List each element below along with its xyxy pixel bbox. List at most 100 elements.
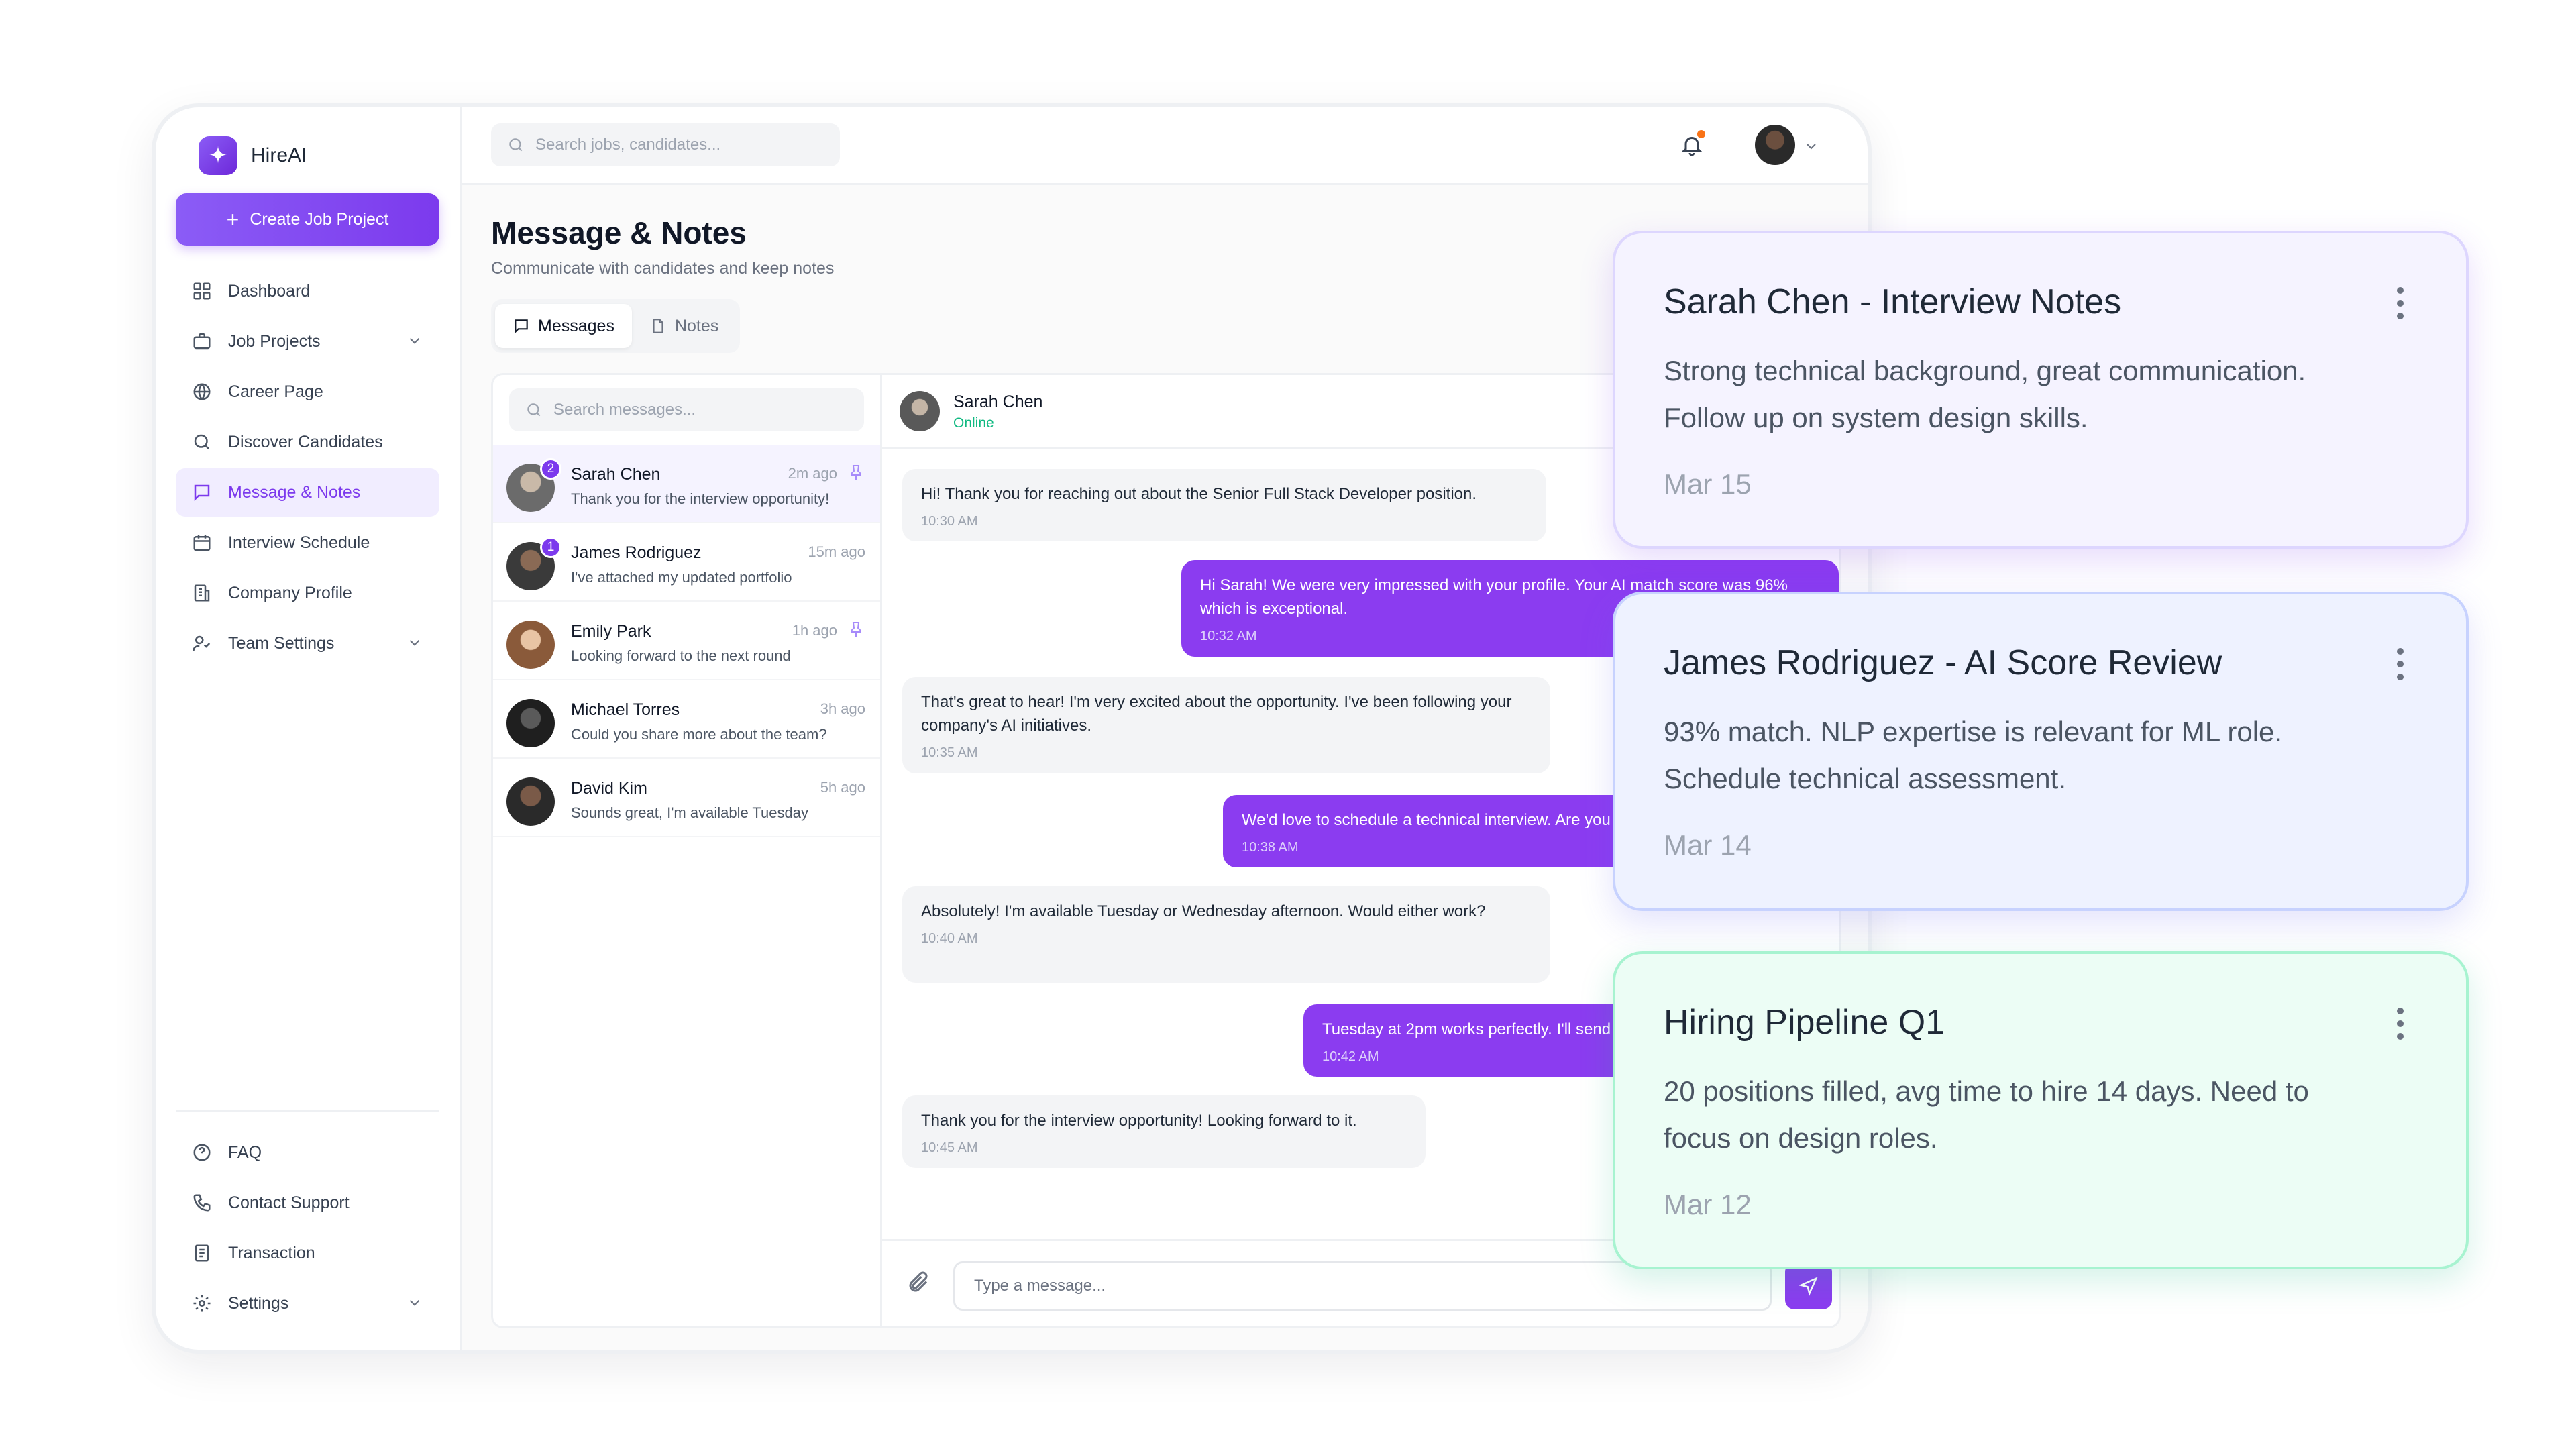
note-date: Mar 14	[1664, 829, 1752, 861]
send-button[interactable]	[1785, 1263, 1832, 1309]
send-icon	[1799, 1277, 1818, 1296]
note-card[interactable]: Sarah Chen - Interview Notes Strong tech…	[1613, 231, 2469, 549]
global-search-input[interactable]: Search jobs, candidates...	[491, 123, 840, 166]
tab-messages[interactable]: Messages	[495, 304, 632, 348]
sidebar-item-label: Discover Candidates	[228, 432, 383, 451]
conversation-time: 15m ago	[808, 543, 865, 560]
conversation-time: 5h ago	[820, 779, 865, 796]
unread-badge: 2	[540, 458, 561, 480]
page-title: Message & Notes	[491, 215, 747, 250]
gear-icon	[191, 1292, 213, 1315]
brand-name: HireAI	[251, 144, 307, 166]
conversation-item[interactable]: Emily Park 1h ago Looking forward to the…	[493, 602, 880, 680]
sidebar-item-career-page[interactable]: Career Page	[176, 368, 439, 416]
sidebar-item-discover-candidates[interactable]: Discover Candidates	[176, 418, 439, 466]
brand[interactable]: ✦ HireAI	[176, 134, 439, 177]
tab-label: Notes	[674, 316, 719, 335]
conversation-item[interactable]: David Kim 5h ago Sounds great, I'm avail…	[493, 759, 880, 837]
sidebar-nav: Dashboard Job Projects Career Page Disco…	[176, 267, 439, 667]
conversation-preview: Looking forward to the next round	[571, 647, 791, 664]
chevron-down-icon[interactable]	[406, 332, 423, 350]
message-search-input[interactable]: Search messages...	[509, 388, 864, 431]
file-icon	[653, 319, 663, 333]
note-title: Sarah Chen - Interview Notes	[1664, 282, 2122, 321]
conversation-item[interactable]: 1 James Rodriguez 15m ago I've attached …	[493, 523, 880, 602]
conversation-item[interactable]: Michael Torres 3h ago Could you share mo…	[493, 680, 880, 759]
plus-icon: +	[226, 207, 239, 231]
message-time: 10:45 AM	[921, 1140, 978, 1155]
sidebar-item-interview-schedule[interactable]: Interview Schedule	[176, 519, 439, 567]
note-title: James Rodriguez - AI Score Review	[1664, 643, 2222, 682]
chevron-down-icon[interactable]	[406, 634, 423, 651]
sidebar-item-label: Career Page	[228, 382, 323, 401]
sidebar-item-message-notes[interactable]: Message & Notes	[176, 468, 439, 517]
sidebar-item-label: Message & Notes	[228, 482, 361, 502]
receipt-icon	[191, 1242, 213, 1265]
create-button-label: Create Job Project	[250, 209, 389, 229]
message-bubble-incoming: Hi! Thank you for reaching out about the…	[902, 469, 1546, 541]
create-job-project-button[interactable]: + Create Job Project	[176, 193, 439, 246]
sidebar-item-label: FAQ	[228, 1142, 262, 1162]
search-icon	[527, 403, 541, 417]
conversation-item[interactable]: 2 Sarah Chen 2m ago Thank you for the in…	[493, 445, 880, 523]
pin-icon[interactable]	[848, 464, 864, 482]
sidebar-item-label: Team Settings	[228, 633, 335, 653]
note-card[interactable]: Hiring Pipeline Q1 20 positions filled, …	[1613, 951, 2469, 1269]
sidebar-item-settings[interactable]: Settings	[176, 1279, 439, 1328]
search-icon	[191, 431, 213, 453]
sidebar-item-label: Job Projects	[228, 331, 321, 351]
pin-icon[interactable]	[848, 621, 864, 639]
sidebar-item-job-projects[interactable]: Job Projects	[176, 317, 439, 366]
sidebar-item-company-profile[interactable]: Company Profile	[176, 569, 439, 617]
conversation-name: Michael Torres	[571, 700, 680, 719]
message-text: That's great to hear! I'm very excited a…	[921, 693, 1512, 735]
search-icon	[509, 138, 523, 152]
sidebar-item-label: Settings	[228, 1293, 289, 1313]
chat-contact-name: Sarah Chen	[953, 392, 1043, 411]
sidebar-item-team-settings[interactable]: Team Settings	[176, 619, 439, 667]
message-bubble-incoming: Absolutely! I'm available Tuesday or Wed…	[902, 886, 1550, 983]
more-options-icon[interactable]	[2395, 287, 2406, 319]
sidebar-item-label: Contact Support	[228, 1193, 350, 1212]
chevron-down-icon[interactable]	[406, 1294, 423, 1311]
more-options-icon[interactable]	[2395, 648, 2406, 680]
sidebar-item-label: Interview Schedule	[228, 533, 370, 552]
globe-icon	[191, 380, 213, 403]
conversation-name: Emily Park	[571, 622, 651, 641]
message-text: Absolutely! I'm available Tuesday or Wed…	[921, 902, 1486, 920]
conversation-time: 1h ago	[792, 622, 837, 639]
notification-bell-icon[interactable]	[1674, 127, 1709, 162]
conversation-preview: Sounds great, I'm available Tuesday	[571, 804, 808, 821]
message-time: 10:35 AM	[921, 745, 978, 760]
message-bubble-incoming: That's great to hear! I'm very excited a…	[902, 677, 1550, 773]
sidebar-item-transaction[interactable]: Transaction	[176, 1229, 439, 1277]
conversation-name: David Kim	[571, 779, 647, 798]
message-input-placeholder: Type a message...	[974, 1277, 1106, 1295]
help-icon	[191, 1141, 213, 1164]
conversation-name: Sarah Chen	[571, 465, 661, 484]
avatar	[506, 777, 555, 826]
chevron-down-icon[interactable]	[1803, 138, 1819, 154]
sidebar-item-contact-support[interactable]: Contact Support	[176, 1179, 439, 1227]
sidebar-item-label: Transaction	[228, 1243, 315, 1263]
message-time: 10:40 AM	[921, 931, 978, 946]
sidebar-item-dashboard[interactable]: Dashboard	[176, 267, 439, 315]
note-date: Mar 12	[1664, 1189, 1752, 1220]
note-card[interactable]: James Rodriguez - AI Score Review 93% ma…	[1613, 592, 2469, 911]
briefcase-icon	[191, 330, 213, 353]
avatar	[506, 621, 555, 669]
sidebar-item-label: Company Profile	[228, 583, 352, 602]
tab-notes[interactable]: Notes	[632, 304, 736, 348]
user-avatar[interactable]	[1755, 125, 1795, 165]
sidebar-item-faq[interactable]: FAQ	[176, 1128, 439, 1177]
more-options-icon[interactable]	[2395, 1008, 2406, 1040]
note-date: Mar 15	[1664, 468, 1752, 500]
sidebar-item-label: Dashboard	[228, 281, 311, 301]
chat-contact-status: Online	[953, 415, 994, 431]
phone-icon	[191, 1191, 213, 1214]
message-time: 10:30 AM	[921, 514, 978, 529]
building-icon	[191, 582, 213, 604]
sidebar: ✦ HireAI + Create Job Project Dashboard …	[156, 107, 462, 1350]
paperclip-icon[interactable]	[906, 1271, 933, 1297]
conversation-list: Search messages... 2 Sarah Chen 2m ago T…	[493, 375, 882, 1326]
